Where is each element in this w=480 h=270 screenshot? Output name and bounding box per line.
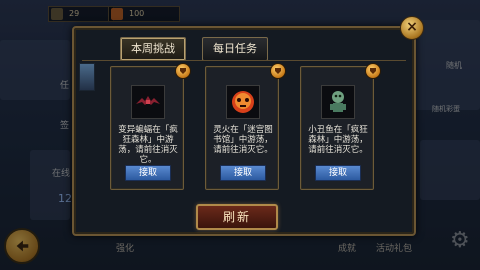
quest-card: 灵火在「迷宫图书馆」中游荡，请前往消灭它。 接取	[205, 63, 286, 190]
close-button[interactable]: ×	[400, 16, 424, 40]
tab-divider	[82, 60, 406, 61]
quest-card: 小丑鱼在「疯狂森林」中游荡，请前往消灭它。 接取	[300, 63, 381, 190]
hero-portrait	[79, 63, 95, 91]
medal-icon	[270, 63, 286, 79]
refresh-button[interactable]: 刷新	[196, 204, 278, 230]
tab-weekly-challenge[interactable]: 本周挑战	[120, 37, 186, 61]
accept-quest-button[interactable]: 接取	[125, 165, 171, 181]
challenge-modal: × 本周挑战 每日任务 变异蝙蝠在「疯狂森林」中游荡，请前往消灭它。 接取 灵火…	[72, 16, 424, 236]
tab-daily-tasks[interactable]: 每日任务	[202, 37, 268, 61]
clown-monster-icon	[321, 85, 355, 119]
medal-icon	[175, 63, 191, 79]
accept-quest-button[interactable]: 接取	[315, 165, 361, 181]
medal-icon	[365, 63, 381, 79]
quest-description: 变异蝙蝠在「疯狂森林」中游荡，请前往消灭它。	[118, 125, 178, 165]
quest-card: 变异蝙蝠在「疯狂森林」中游荡，请前往消灭它。 接取	[79, 63, 191, 190]
quest-description: 小丑鱼在「疯狂森林」中游荡，请前往消灭它。	[308, 125, 368, 155]
accept-quest-button[interactable]: 接取	[220, 165, 266, 181]
quest-description: 灵火在「迷宫图书馆」中游荡，请前往消灭它。	[213, 125, 273, 155]
bat-monster-icon	[131, 85, 165, 119]
fire-skull-monster-icon	[226, 85, 260, 119]
